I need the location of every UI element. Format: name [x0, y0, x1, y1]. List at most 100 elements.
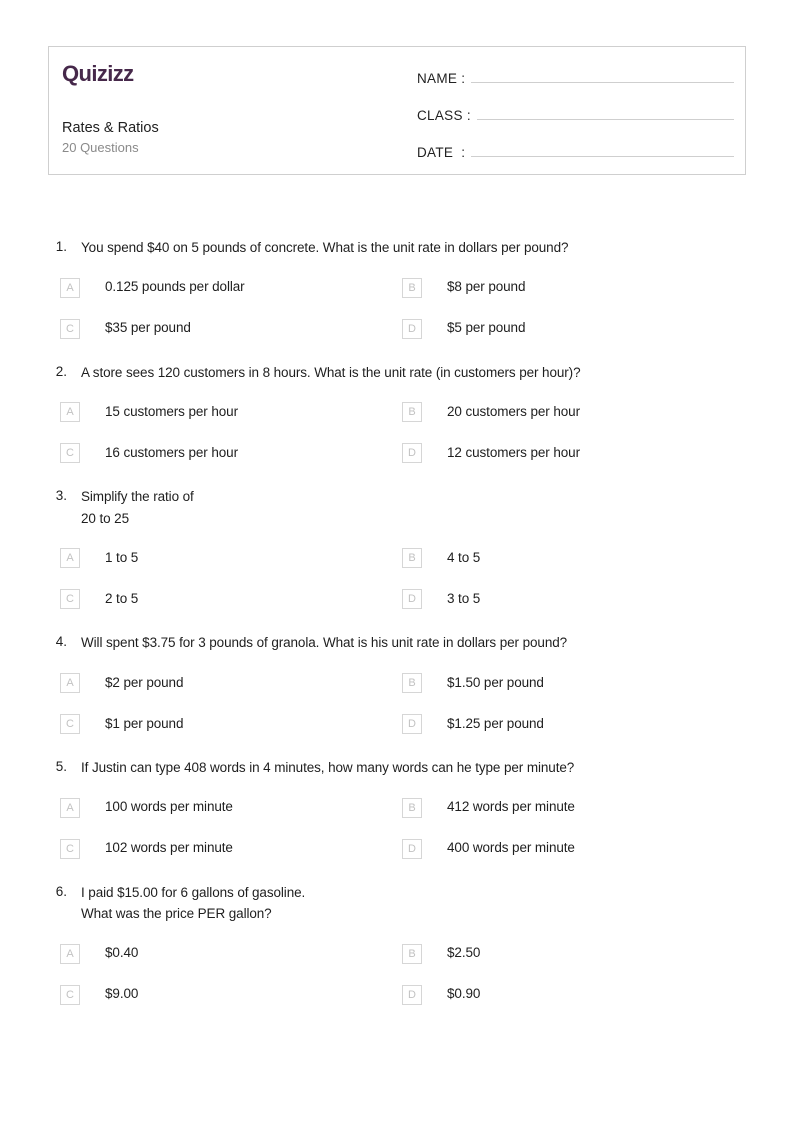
option-letter-badge[interactable]: C: [60, 984, 80, 1005]
answer-option-a[interactable]: A $2 per pound: [48, 672, 398, 693]
answer-option-c[interactable]: C 102 words per minute: [48, 838, 398, 859]
option-letter-badge[interactable]: D: [402, 589, 422, 610]
option-letter-badge[interactable]: B: [402, 277, 422, 298]
option-letter-badge[interactable]: A: [60, 797, 80, 818]
answer-option-a[interactable]: A 100 words per minute: [48, 797, 398, 818]
option-letter-badge[interactable]: B: [402, 797, 422, 818]
option-letter-badge[interactable]: B: [402, 672, 422, 693]
answer-option-d[interactable]: D $1.25 per pound: [398, 713, 746, 734]
option-letter-badge[interactable]: A: [60, 548, 80, 569]
answer-option-b[interactable]: B $2.50: [398, 943, 746, 964]
question-header: 3. Simplify the ratio of 20 to 25: [48, 486, 746, 529]
option-text: $2 per pound: [105, 674, 184, 690]
option-letter-badge[interactable]: B: [402, 943, 422, 964]
option-letter-badge[interactable]: A: [60, 943, 80, 964]
option-letter-badge[interactable]: C: [60, 589, 80, 610]
option-text: 12 customers per hour: [447, 444, 580, 460]
answer-option-c[interactable]: C $35 per pound: [48, 318, 398, 339]
answer-option-a[interactable]: A $0.40: [48, 943, 398, 964]
option-text: $1 per pound: [105, 715, 184, 731]
question-number: 1.: [55, 239, 67, 254]
answer-option-b[interactable]: B $1.50 per pound: [398, 672, 746, 693]
class-field-row: CLASS :: [417, 105, 734, 123]
option-letter-badge[interactable]: D: [402, 838, 422, 859]
answer-option-a[interactable]: A 1 to 5: [48, 548, 398, 569]
question-text-line: What was the price PER gallon?: [81, 906, 272, 922]
option-letter-badge[interactable]: D: [402, 318, 422, 339]
answer-option-d[interactable]: D 12 customers per hour: [398, 443, 746, 464]
question-text-line: Simplify the ratio of: [81, 489, 194, 505]
option-letter-badge[interactable]: C: [60, 838, 80, 859]
option-text: 3 to 5: [447, 590, 481, 606]
answer-option-b[interactable]: B 20 customers per hour: [398, 402, 746, 423]
option-text: 16 customers per hour: [105, 444, 238, 460]
answer-option-a[interactable]: A 0.125 pounds per dollar: [48, 277, 398, 298]
question-header: 5. If Justin can type 408 words in 4 minu…: [48, 757, 746, 779]
option-text: $35 per pound: [105, 320, 191, 336]
answer-option-a[interactable]: A 15 customers per hour: [48, 402, 398, 423]
question-text: Simplify the ratio of 20 to 25: [81, 486, 194, 529]
answer-option-d[interactable]: D 3 to 5: [398, 589, 746, 610]
worksheet-header: Quizizz Rates & Ratios 20 Questions NAME…: [48, 46, 746, 175]
option-text: 0.125 pounds per dollar: [105, 279, 245, 295]
option-letter-badge[interactable]: B: [402, 402, 422, 423]
question-text-line: I paid $15.00 for 6 gallons of gasoline.: [81, 884, 306, 900]
option-letter-badge[interactable]: D: [402, 443, 422, 464]
option-letter-badge[interactable]: C: [60, 443, 80, 464]
answer-option-c[interactable]: C 16 customers per hour: [48, 443, 398, 464]
option-letter-badge[interactable]: A: [60, 672, 80, 693]
answer-option-b[interactable]: B $8 per pound: [398, 277, 746, 298]
option-text: 100 words per minute: [105, 799, 233, 815]
question-number: 4.: [55, 634, 67, 650]
question-header: 4. Will spent $3.75 for 3 pounds of grano…: [48, 632, 746, 654]
answer-option-c[interactable]: C $9.00: [48, 984, 398, 1005]
question-block: 5. If Justin can type 408 words in 4 minu…: [48, 757, 746, 859]
question-block: 1. You spend $40 on 5 pounds of concrete.…: [48, 237, 746, 339]
page-title: Rates & Ratios: [62, 120, 159, 137]
class-label: CLASS :: [417, 108, 471, 123]
option-letter-badge[interactable]: D: [402, 713, 422, 734]
question-text-line: If Justin can type 408 words in 4 minute…: [81, 759, 575, 775]
answer-options: A $2 per pound B $1.50 per pound C $1 per pou…: [48, 672, 746, 734]
name-label: NAME :: [417, 71, 466, 86]
question-count: 20 Questions: [62, 140, 139, 156]
option-text: 4 to 5: [447, 549, 481, 565]
answer-option-d[interactable]: D $0.90: [398, 984, 746, 1005]
question-number: 6.: [55, 883, 67, 899]
question-block: 2. A store sees 120 customers in 8 hours.…: [48, 362, 746, 464]
question-text: I paid $15.00 for 6 gallons of gasoline.…: [81, 882, 305, 925]
answer-option-d[interactable]: D $5 per pound: [398, 318, 746, 339]
option-letter-badge[interactable]: A: [60, 402, 80, 423]
answer-option-c[interactable]: C 2 to 5: [48, 589, 398, 610]
option-text: 15 customers per hour: [105, 403, 238, 419]
quizizz-logo: Quizizz: [62, 61, 134, 86]
option-letter-badge[interactable]: A: [60, 277, 80, 298]
question-text-line: 20 to 25: [81, 510, 129, 526]
name-input[interactable]: [471, 68, 734, 83]
question-number: 5.: [55, 758, 67, 774]
answer-option-b[interactable]: B 4 to 5: [398, 548, 746, 569]
answer-options: A 0.125 pounds per dollar B $8 per pound C $3…: [48, 277, 746, 339]
option-text: 412 words per minute: [447, 799, 575, 815]
question-text: A store sees 120 customers in 8 hours. W…: [81, 362, 581, 384]
answer-option-c[interactable]: C $1 per pound: [48, 713, 398, 734]
answer-options: A 15 customers per hour B 20 customers per …: [48, 402, 746, 464]
option-text: 2 to 5: [105, 590, 139, 606]
question-block: 4. Will spent $3.75 for 3 pounds of grano…: [48, 632, 746, 734]
question-text-line: A store sees 120 customers in 8 hours. W…: [81, 364, 581, 380]
worksheet-page: Quizizz Rates & Ratios 20 Questions NAME…: [0, 0, 794, 1123]
question-header: 1. You spend $40 on 5 pounds of concrete.…: [48, 237, 746, 259]
answer-option-b[interactable]: B 412 words per minute: [398, 797, 746, 818]
option-letter-badge[interactable]: C: [60, 713, 80, 734]
option-letter-badge[interactable]: D: [402, 984, 422, 1005]
option-text: $0.40: [105, 945, 139, 961]
questions-list: 1. You spend $40 on 5 pounds of concrete.…: [48, 237, 746, 1005]
answer-options: A 100 words per minute B 412 words per minu…: [48, 797, 746, 859]
date-input[interactable]: [471, 142, 734, 157]
answer-option-d[interactable]: D 400 words per minute: [398, 838, 746, 859]
option-letter-badge[interactable]: C: [60, 318, 80, 339]
class-input[interactable]: [476, 105, 734, 120]
question-header: 2. A store sees 120 customers in 8 hours.…: [48, 362, 746, 384]
answer-options: A 1 to 5 B 4 to 5 C 2 to 5 D 3 to 5: [48, 548, 746, 610]
option-letter-badge[interactable]: B: [402, 548, 422, 569]
